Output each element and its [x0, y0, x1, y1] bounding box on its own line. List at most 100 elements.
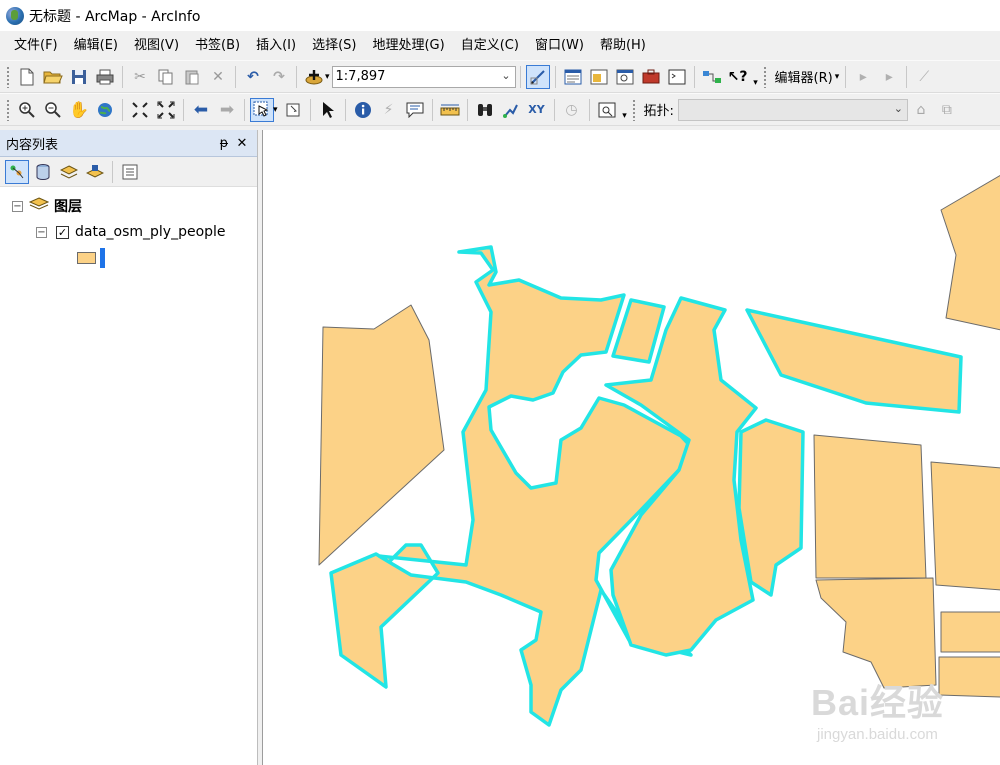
menu-bookmarks[interactable]: 书签(B) — [187, 31, 248, 60]
fixed-zoom-out-icon[interactable] — [154, 98, 178, 122]
python-window-icon[interactable] — [665, 65, 689, 89]
layers-group-label[interactable]: 图层 — [54, 196, 82, 216]
search-window-icon[interactable] — [613, 65, 637, 89]
toolbar-separator — [309, 98, 311, 121]
add-data-icon[interactable] — [302, 65, 326, 89]
toolbar-separator — [122, 98, 123, 121]
menu-windows[interactable]: 窗口(W) — [527, 31, 592, 60]
time-slider-icon[interactable]: ◷ — [560, 98, 584, 122]
zoom-in-icon[interactable] — [15, 98, 39, 122]
edit-annotation-icon[interactable]: ▸ — [877, 65, 901, 89]
select-features-icon[interactable] — [250, 97, 274, 122]
fixed-zoom-in-icon[interactable] — [128, 98, 152, 122]
map-canvas[interactable] — [263, 130, 1000, 765]
menu-view[interactable]: 视图(V) — [126, 31, 187, 60]
pan-hand-icon[interactable]: ✋ — [67, 98, 91, 122]
toolbar-grip[interactable] — [631, 98, 636, 121]
find-route-icon[interactable] — [499, 98, 523, 122]
layer-name[interactable]: data_osm_ply_people — [75, 224, 226, 240]
layer-visibility-checkbox[interactable]: ✓ — [56, 225, 69, 239]
toolbar-separator — [519, 65, 521, 88]
go-back-arrow-icon[interactable]: ⬅ — [189, 98, 213, 122]
redo-icon[interactable]: ↷ — [267, 65, 291, 89]
chevron-down-icon[interactable]: ⌄ — [501, 69, 510, 82]
measure-ruler-icon[interactable] — [438, 98, 462, 122]
toolbar-separator — [845, 65, 847, 88]
layer-symbol-row[interactable] — [0, 245, 257, 271]
collapse-icon[interactable]: − — [12, 200, 23, 212]
table-of-contents-icon[interactable] — [561, 65, 585, 89]
collapse-icon[interactable]: − — [36, 226, 47, 238]
new-document-icon[interactable] — [15, 65, 39, 89]
straight-segment-icon[interactable]: ⟋ — [912, 65, 936, 89]
map-topology-icon[interactable]: ⌂ — [909, 98, 933, 122]
layer-row[interactable]: − ✓ data_osm_ply_people — [0, 219, 257, 245]
toolbar-separator — [296, 65, 297, 88]
html-popup-icon[interactable] — [403, 98, 427, 122]
create-viewer-window-icon[interactable] — [595, 98, 619, 122]
toc-toolbar — [0, 157, 257, 187]
go-to-xy-icon[interactable]: XY — [525, 98, 549, 122]
editor-toolbar-icon[interactable] — [525, 64, 550, 89]
list-by-source-icon[interactable] — [31, 160, 55, 184]
watermark-url: jingyan.baidu.com — [817, 726, 938, 743]
toolbar-grip[interactable] — [6, 98, 10, 121]
add-data-dropdown-icon[interactable]: ▾ — [325, 72, 330, 82]
paste-icon[interactable] — [180, 65, 204, 89]
editor-dropdown-icon[interactable]: ▾ — [835, 72, 840, 82]
list-by-drawing-order-icon[interactable] — [5, 159, 29, 184]
toc-title: 内容列表 — [6, 137, 59, 153]
options-icon[interactable] — [118, 160, 142, 184]
model-builder-icon[interactable] — [700, 65, 724, 89]
pin-icon[interactable]: ᵽ — [215, 136, 233, 151]
zoom-out-icon[interactable] — [41, 98, 65, 122]
toolbar-separator — [553, 98, 555, 121]
menu-edit[interactable]: 编辑(E) — [66, 31, 126, 60]
delete-icon[interactable]: ✕ — [206, 65, 230, 89]
print-icon[interactable] — [93, 65, 117, 89]
polygon-feature — [938, 656, 1000, 698]
select-features-dropdown-icon[interactable]: ▾ — [273, 105, 278, 115]
cut-icon[interactable]: ✂ — [128, 65, 152, 89]
edit-tool-icon[interactable]: ▸ — [851, 65, 875, 89]
open-folder-icon[interactable] — [41, 65, 65, 89]
toolbar-grip[interactable] — [762, 65, 767, 88]
toc-header: 内容列表 ᵽ ✕ — [0, 130, 257, 157]
menu-geoprocessing[interactable]: 地理处理(G) — [364, 31, 452, 60]
catalog-window-icon[interactable] — [587, 65, 611, 89]
toolbar-grip[interactable] — [6, 65, 10, 88]
map-scale-combobox[interactable]: 1:7,897 ⌄ — [331, 65, 516, 88]
menu-customize[interactable]: 自定义(C) — [453, 31, 527, 60]
menu-selection[interactable]: 选择(S) — [304, 31, 364, 60]
chevron-down-icon[interactable]: ⌄ — [894, 102, 903, 115]
go-forward-arrow-icon[interactable]: ➡ — [215, 98, 239, 122]
undo-icon[interactable]: ↶ — [241, 65, 265, 89]
find-binoculars-icon[interactable] — [473, 98, 497, 122]
close-icon[interactable]: ✕ — [233, 136, 251, 151]
copy-icon[interactable] — [154, 65, 178, 89]
menu-help[interactable]: 帮助(H) — [592, 31, 654, 60]
polygon-symbol-swatch[interactable] — [77, 252, 96, 264]
list-by-visibility-icon[interactable] — [57, 160, 81, 184]
topology-edit-icon[interactable]: ⧉ — [935, 98, 959, 122]
toolbar-overflow-icon[interactable]: ▾ — [620, 99, 630, 121]
editor-menu-button[interactable]: 编辑器(R) — [771, 67, 837, 86]
identify-icon[interactable] — [351, 98, 375, 122]
list-by-selection-icon[interactable] — [83, 160, 107, 184]
full-extent-globe-icon[interactable] — [93, 98, 117, 122]
clear-selection-icon[interactable] — [281, 98, 305, 122]
whats-this-help-icon[interactable]: ↖? — [726, 65, 750, 89]
toolbar-overflow-icon[interactable]: ▾ — [751, 66, 761, 88]
menu-file[interactable]: 文件(F) — [6, 31, 66, 60]
menu-insert[interactable]: 插入(I) — [248, 31, 304, 60]
polygon-feature — [930, 461, 1000, 591]
select-elements-arrow-icon[interactable] — [316, 98, 340, 122]
topology-combobox[interactable]: ⌄ — [677, 98, 908, 121]
menu-bar: 文件(F) 编辑(E) 视图(V) 书签(B) 插入(I) 选择(S) 地理处理… — [0, 31, 1000, 60]
hyperlink-icon[interactable]: ⚡ — [377, 98, 401, 122]
save-icon[interactable] — [67, 65, 91, 89]
arctoolbox-icon[interactable] — [639, 65, 663, 89]
layers-group-row[interactable]: − 图层 — [0, 193, 257, 219]
map-display[interactable]: Bai经验 jingyan.baidu.com — [262, 130, 1000, 765]
polygon-feature — [940, 175, 1000, 331]
